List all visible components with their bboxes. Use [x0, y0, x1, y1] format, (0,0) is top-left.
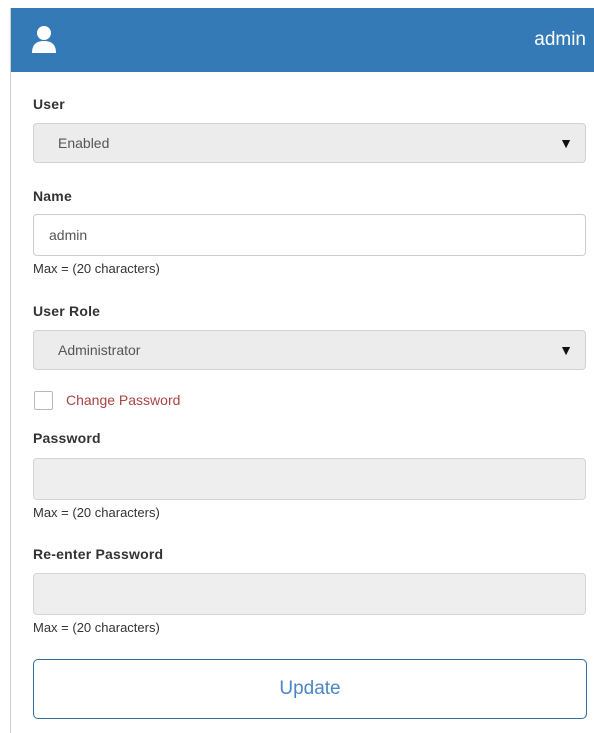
password-label: Password [33, 430, 101, 446]
name-input[interactable]: admin [33, 214, 586, 256]
header-title: admin [534, 29, 586, 50]
user-status-value: Enabled [58, 135, 110, 151]
user-icon [32, 26, 56, 53]
name-hint: Max = (20 characters) [33, 261, 160, 276]
chevron-down-icon: ▼ [559, 135, 573, 151]
change-password-label[interactable]: Change Password [66, 392, 180, 408]
chevron-down-icon: ▼ [559, 342, 573, 358]
change-password-checkbox[interactable] [34, 391, 53, 410]
reenter-password-hint: Max = (20 characters) [33, 620, 160, 635]
password-input[interactable] [33, 458, 586, 500]
user-role-label: User Role [33, 303, 101, 319]
update-button[interactable]: Update [33, 659, 587, 719]
user-edit-panel: admin User Enabled ▼ Name admin Max = (2… [10, 8, 594, 733]
panel-header: admin [11, 8, 594, 72]
update-button-label: Update [279, 678, 341, 699]
name-input-value: admin [49, 227, 88, 243]
name-label: Name [33, 188, 72, 204]
user-status-select[interactable]: Enabled ▼ [33, 123, 586, 163]
user-role-select[interactable]: Administrator ▼ [33, 330, 586, 370]
user-label: User [33, 96, 65, 112]
user-role-value: Administrator [58, 342, 141, 358]
reenter-password-label: Re-enter Password [33, 546, 164, 562]
reenter-password-input[interactable] [33, 573, 586, 615]
password-hint: Max = (20 characters) [33, 505, 160, 520]
